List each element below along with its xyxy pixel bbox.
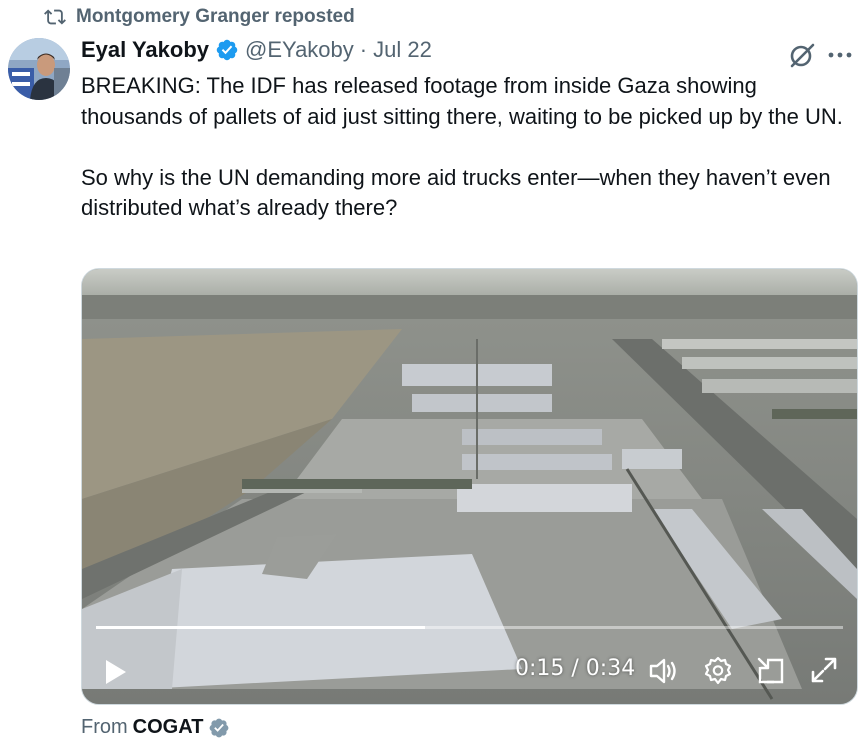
settings-icon[interactable] [702,655,734,687]
separator-dot: · [359,37,368,62]
video-progress-bar[interactable] [96,626,843,629]
gov-verified-badge-icon [210,718,229,737]
author-display-name[interactable]: Eyal Yakoby [81,37,209,63]
pip-icon[interactable] [755,655,787,687]
tweet-date[interactable]: Jul 22 [373,37,432,63]
repost-icon [44,9,66,25]
repost-indicator[interactable]: Montgomery Granger reposted [44,6,355,28]
grok-icon[interactable] [787,40,817,70]
tweet-text: BREAKING: The IDF has released footage f… [81,73,843,220]
video-controls: 0:15 / 0:34 [82,639,857,704]
author-handle[interactable]: @EYakoby [245,37,354,63]
video-source: From COGAT [81,716,230,739]
video-time: 0:15 / 0:34 [515,656,636,681]
video-player[interactable]: 0:15 / 0:34 [81,268,858,705]
avatar[interactable] [8,38,70,100]
video-progress-fill [96,626,425,629]
repost-label: Montgomery Granger reposted [76,6,355,27]
more-icon[interactable] [825,42,855,68]
source-prefix: From [81,716,128,738]
play-icon[interactable] [100,657,130,687]
volume-icon[interactable] [647,655,679,687]
tweet-header: Eyal Yakoby @EYakoby · Jul 22 [81,37,432,63]
verified-badge-icon [216,39,238,61]
fullscreen-icon[interactable] [809,655,839,685]
source-name[interactable]: COGAT [133,716,204,739]
